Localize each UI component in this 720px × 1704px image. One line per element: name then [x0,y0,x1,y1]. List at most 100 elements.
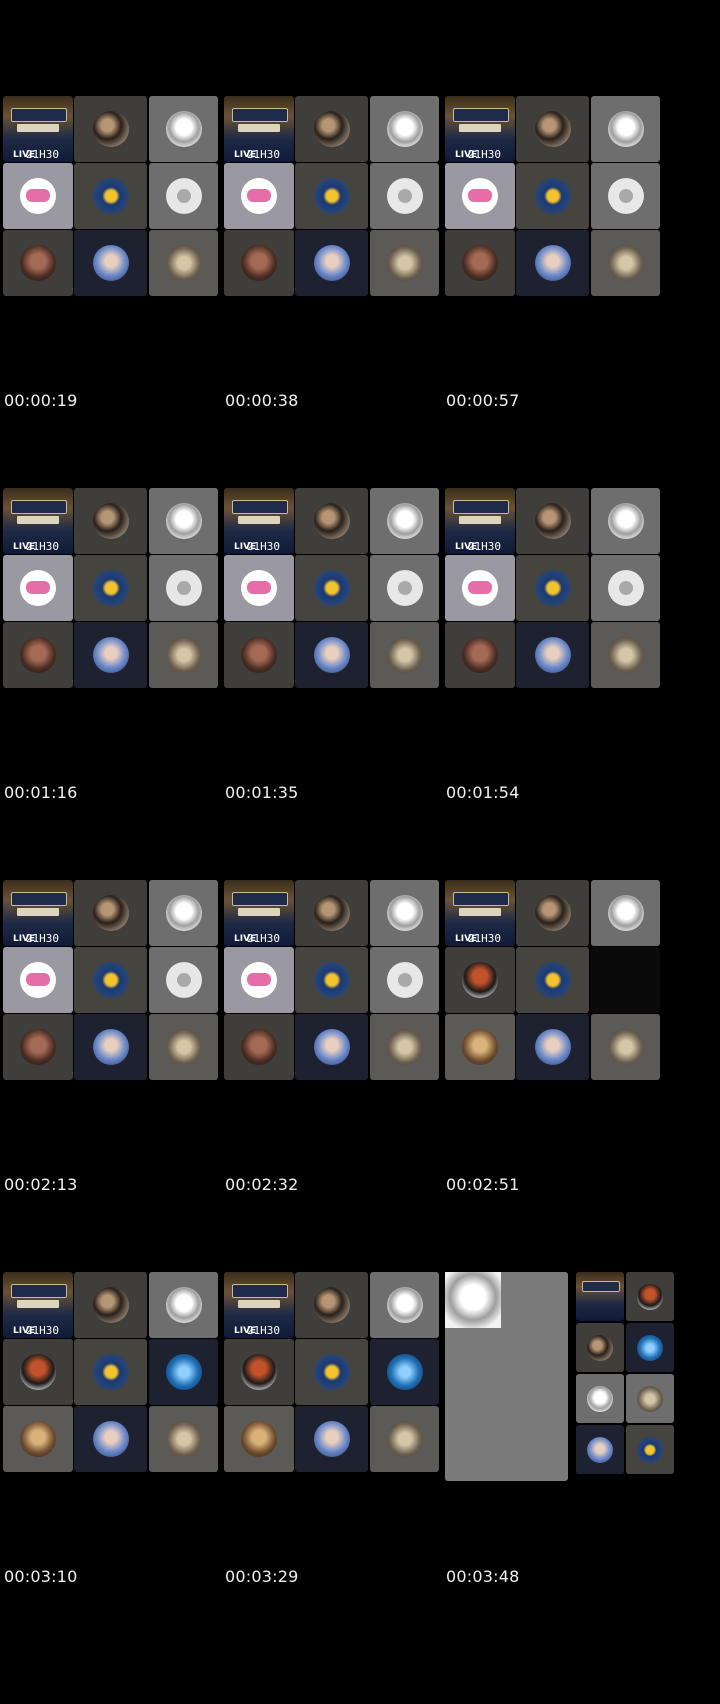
participant-tile[interactable] [74,555,147,621]
participant-tile[interactable] [591,555,660,621]
participant-tile[interactable] [295,488,368,554]
participant-tile[interactable] [3,1406,73,1472]
live-poster-tile[interactable]: LIVE 21H30 [224,488,294,554]
participant-tile[interactable] [3,555,73,621]
participant-tile[interactable] [74,230,147,296]
live-poster-tile[interactable]: LIVE 21H30 [3,1272,73,1338]
participant-tile[interactable] [74,947,147,1013]
video-frame-thumbnail[interactable]: LIVE 21H30 00:00:57 [445,96,679,416]
participant-tile[interactable] [576,1425,624,1474]
participant-tile[interactable] [445,555,515,621]
participant-tile[interactable] [576,1374,624,1423]
participant-tile[interactable] [370,880,439,946]
participant-tile[interactable] [295,1406,368,1472]
live-poster-tile[interactable]: LIVE 21H30 [3,488,73,554]
participant-tile[interactable] [224,947,294,1013]
participant-tile[interactable] [295,96,368,162]
live-poster-tile[interactable]: LIVE 21H30 [224,96,294,162]
participant-tile[interactable] [591,488,660,554]
participant-tile[interactable] [74,163,147,229]
participant-tile[interactable] [370,230,439,296]
participant-tile[interactable] [149,163,218,229]
participant-tile[interactable] [445,622,515,688]
participant-tile[interactable] [516,96,589,162]
video-frame-thumbnail[interactable]: LIVE 21H30 00:02:51 [445,880,679,1200]
participant-tile[interactable] [3,163,73,229]
participant-tile[interactable] [295,230,368,296]
participant-tile[interactable] [149,230,218,296]
participant-tile[interactable] [74,1272,147,1338]
participant-tile[interactable] [370,1272,439,1338]
participant-tile[interactable] [149,880,218,946]
participant-tile[interactable] [370,947,439,1013]
participant-tile[interactable] [516,163,589,229]
participant-tile[interactable] [626,1425,674,1474]
participant-tile[interactable] [516,880,589,946]
participant-tile[interactable] [295,1014,368,1080]
live-poster-tile[interactable]: LIVE 21H30 [3,96,73,162]
participant-tile[interactable] [591,230,660,296]
participant-tile[interactable] [149,1406,218,1472]
live-poster-tile[interactable]: LIVE 21H30 [3,880,73,946]
participant-tile[interactable] [295,1272,368,1338]
participant-tile[interactable] [591,163,660,229]
participant-tile[interactable] [516,1014,589,1080]
live-poster-tile[interactable] [576,1272,624,1321]
video-frame-thumbnail[interactable]: LIVE 21H30 00:01:54 [445,488,679,808]
participant-tile[interactable] [3,1014,73,1080]
participant-tile[interactable] [3,1339,73,1405]
video-frame-thumbnail[interactable]: LIVE 21H30 00:02:13 [3,880,237,1200]
participant-tile[interactable] [149,622,218,688]
featured-participant-tile[interactable] [445,1272,568,1481]
participant-tile[interactable] [591,622,660,688]
participant-tile[interactable] [74,622,147,688]
video-frame-thumbnail[interactable]: LIVE 21H30 00:00:38 [224,96,458,416]
participant-tile[interactable] [3,622,73,688]
participant-tile[interactable] [516,230,589,296]
participant-tile[interactable] [370,1339,439,1405]
participant-tile[interactable] [626,1374,674,1423]
participant-tile[interactable] [370,1014,439,1080]
participant-tile[interactable] [370,163,439,229]
participant-tile[interactable] [74,488,147,554]
video-frame-thumbnail[interactable]: LIVE 21H30 00:00:19 [3,96,237,416]
participant-tile[interactable] [295,622,368,688]
participant-tile[interactable] [149,947,218,1013]
video-frame-thumbnail[interactable]: LIVE 21H30 00:01:16 [3,488,237,808]
participant-tile[interactable] [370,96,439,162]
participant-tile[interactable] [370,1406,439,1472]
participant-tile[interactable] [224,1014,294,1080]
participant-tile[interactable] [149,1014,218,1080]
participant-tile[interactable] [224,163,294,229]
participant-tile[interactable] [224,230,294,296]
participant-tile[interactable] [516,488,589,554]
participant-tile[interactable] [74,1339,147,1405]
participant-tile[interactable] [295,880,368,946]
participant-tile[interactable] [591,1014,660,1080]
participant-tile[interactable] [445,947,515,1013]
live-poster-tile[interactable]: LIVE 21H30 [445,488,515,554]
participant-tile[interactable] [224,1406,294,1472]
video-frame-thumbnail[interactable]: LIVE 21H30 00:01:35 [224,488,458,808]
participant-tile[interactable] [224,622,294,688]
participant-tile[interactable] [591,880,660,946]
participant-tile[interactable] [149,1272,218,1338]
participant-tile[interactable] [295,555,368,621]
participant-tile[interactable] [576,1323,624,1372]
video-frame-thumbnail[interactable]: 00:03:48 [445,1272,679,1592]
participant-tile[interactable] [224,555,294,621]
participant-tile[interactable] [224,1339,294,1405]
participant-tile[interactable] [591,96,660,162]
participant-tile[interactable] [516,947,589,1013]
participant-tile[interactable] [370,555,439,621]
participant-tile[interactable] [516,622,589,688]
participant-tile[interactable] [149,96,218,162]
participant-tile[interactable] [445,230,515,296]
participant-tile[interactable] [74,1014,147,1080]
participant-tile[interactable] [3,947,73,1013]
participant-tile[interactable] [516,555,589,621]
participant-tile[interactable] [149,1339,218,1405]
video-frame-thumbnail[interactable]: LIVE 21H30 00:03:29 [224,1272,458,1592]
participant-tile[interactable] [74,96,147,162]
live-poster-tile[interactable]: LIVE 21H30 [445,96,515,162]
